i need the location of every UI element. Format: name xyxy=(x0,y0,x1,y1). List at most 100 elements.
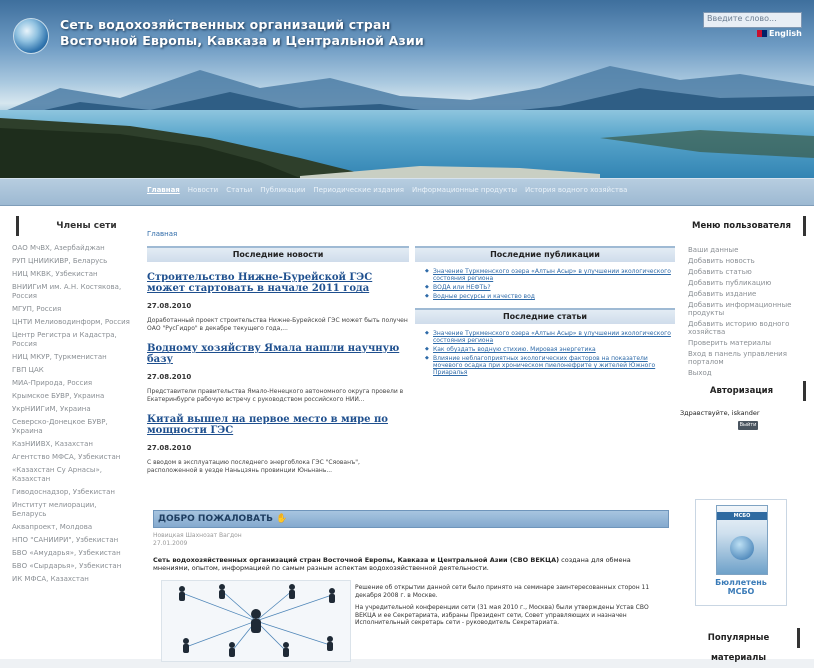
nav-item-publications[interactable]: Публикации xyxy=(260,186,305,194)
welcome-author: Новицкая Шахнозат Вагдон xyxy=(153,532,242,539)
main-content: Главная Последние новости Строительство … xyxy=(147,216,675,662)
news-item: Строительство Нижне-Бурейской ГЭС может … xyxy=(147,272,409,333)
latest-publications-panel: Последние публикации Значение Туркменско… xyxy=(415,246,675,378)
logout-button[interactable]: Выйти xyxy=(738,421,758,430)
bulletin-label-line2: МСБО xyxy=(727,587,755,596)
member-link[interactable]: ИК МФСА, Казахстан xyxy=(12,575,130,584)
publication-link[interactable]: Значение Туркменского озера «Алтын Асыр»… xyxy=(425,268,675,282)
nav-item-periodicals[interactable]: Периодические издания xyxy=(313,186,404,194)
news-excerpt: Представители правительства Ямало-Ненецк… xyxy=(147,388,404,403)
welcome-paragraph: Решение об открытии данной сети было при… xyxy=(355,584,650,599)
news-date: 27.08.2010 xyxy=(147,444,192,452)
member-link[interactable]: Северско-Донецкое БУВР, Украина xyxy=(12,418,130,436)
nav-item-news[interactable]: Новости xyxy=(188,186,218,194)
bulletin-cover-label: МСБО xyxy=(733,513,751,519)
welcome-paragraph: На учредительной конференции сети (31 ма… xyxy=(355,604,649,626)
user-menu-item[interactable]: Добавить издание xyxy=(688,290,798,298)
member-link[interactable]: НИЦ МКВК, Узбекистан xyxy=(12,270,130,279)
member-link[interactable]: ГВП ЦАК xyxy=(12,366,130,375)
breadcrumb[interactable]: Главная xyxy=(147,230,177,238)
user-menu-title: Меню пользователя xyxy=(680,216,806,236)
member-link[interactable]: Аквапроект, Молдова xyxy=(12,523,130,532)
latest-news-panel: Последние новости Строительство Нижне-Бу… xyxy=(147,246,409,475)
member-link[interactable]: Агентство МФСА, Узбекистан xyxy=(12,453,130,462)
news-title-link[interactable]: Строительство Нижне-Бурейской ГЭС может … xyxy=(147,272,409,294)
article-link[interactable]: Значение Туркменского озера «Алтын Асыр»… xyxy=(425,330,675,344)
user-menu-item[interactable]: Добавить историю водного хозяйства xyxy=(688,320,798,336)
user-menu-item[interactable]: Выход xyxy=(688,369,798,377)
bulletin-cover-band: МСБО xyxy=(717,512,767,520)
member-link[interactable]: РУП ЦНИИКИВР, Беларусь xyxy=(12,257,130,266)
nav-item-water-history[interactable]: История водного хозяйства xyxy=(525,186,627,194)
news-item: Водному хозяйству Ямала нашли научную ба… xyxy=(147,343,409,404)
publication-link[interactable]: Водные ресурсы и качество вод xyxy=(425,293,675,300)
member-link[interactable]: НИЦ МКУР, Туркменистан xyxy=(12,353,130,362)
article-link[interactable]: Как обуздать водную стихию. Мировая энер… xyxy=(425,346,675,353)
language-switch[interactable]: English xyxy=(757,29,802,38)
member-link[interactable]: ЦНТИ Мелиоводинформ, Россия xyxy=(12,318,130,327)
user-menu-item[interactable]: Вход в панель управления порталом xyxy=(688,350,798,366)
language-label: English xyxy=(769,29,802,38)
news-date: 27.08.2010 xyxy=(147,373,192,381)
welcome-section: ДОБРО ПОЖАЛОВАТЬ ✋ Новицкая Шахнозат Ваг… xyxy=(153,510,669,662)
member-link[interactable]: КазНИИВХ, Казахстан xyxy=(12,440,130,449)
latest-publications-heading: Последние публикации xyxy=(415,246,675,262)
member-link[interactable]: «Казахстан Су Арнасы», Казахстан xyxy=(12,466,130,484)
left-sidebar: Члены сети ОАО МчВХ, Азербайджан РУП ЦНИ… xyxy=(0,216,140,659)
user-menu-item[interactable]: Добавить статью xyxy=(688,268,798,276)
news-title-link[interactable]: Водному хозяйству Ямала нашли научную ба… xyxy=(147,343,409,365)
publications-list: Значение Туркменского озера «Алтын Асыр»… xyxy=(415,268,675,300)
network-illustration xyxy=(161,580,351,662)
header-banner: Сеть водохозяйственных организаций стран… xyxy=(0,0,814,178)
nav-item-articles[interactable]: Статьи xyxy=(226,186,252,194)
welcome-meta: Новицкая Шахнозат Вагдон 27.01.2009 xyxy=(153,532,669,548)
member-link[interactable]: Центр Регистра и Кадастра, Россия xyxy=(12,331,130,349)
member-link[interactable]: БВО «Амударья», Узбекистан xyxy=(12,549,130,558)
member-link[interactable]: Крымское БУВР, Украина xyxy=(12,392,130,401)
right-sidebar: Меню пользователя Ваши данные Добавить н… xyxy=(680,216,814,663)
main-navbar: Главная Новости Статьи Публикации Период… xyxy=(0,178,814,206)
member-link[interactable]: НПО "САНИИРИ", Узбекистан xyxy=(12,536,130,545)
auth-title: Авторизация xyxy=(680,381,806,401)
popular-section: Популярные материалы xyxy=(680,628,808,663)
news-title-link[interactable]: Китай вышел на первое место в мире по мо… xyxy=(147,414,409,436)
member-link[interactable]: МИА-Природа, Россия xyxy=(12,379,130,388)
welcome-date: 27.01.2009 xyxy=(153,540,188,547)
bulletin-banner[interactable]: МСБО Бюллетень МСБО xyxy=(695,499,787,606)
member-link[interactable]: БВО «Сырдарья», Узбекистан xyxy=(12,562,130,571)
nav-item-info-products[interactable]: Информационные продукты xyxy=(412,186,517,194)
member-link[interactable]: УкрНИИГиМ, Украина xyxy=(12,405,130,414)
member-link[interactable]: ОАО МчВХ, Азербайджан xyxy=(12,244,130,253)
welcome-heading-text: ДОБРО ПОЖАЛОВАТЬ xyxy=(158,514,274,524)
user-menu-item[interactable]: Добавить информационные продукты xyxy=(688,301,798,317)
member-link[interactable]: МГУП, Россия xyxy=(12,305,130,314)
member-link[interactable]: Институт мелиорации, Беларусь xyxy=(12,501,130,519)
user-menu-item[interactable]: Добавить публикацию xyxy=(688,279,798,287)
banner-shore xyxy=(0,118,814,178)
user-menu-item[interactable]: Добавить новость xyxy=(688,257,798,265)
site-logo[interactable] xyxy=(13,18,49,54)
page: Сеть водохозяйственных организаций стран… xyxy=(0,0,814,663)
welcome-heading: ДОБРО ПОЖАЛОВАТЬ ✋ xyxy=(153,510,669,528)
globe-icon xyxy=(730,536,754,560)
nav-item-home[interactable]: Главная xyxy=(147,186,180,194)
search-input[interactable]: Введите слово... xyxy=(703,12,802,28)
news-excerpt: С вводом в эксплуатацию последнего энерг… xyxy=(147,459,360,474)
article-link[interactable]: Влияние неблагоприятных экологических фа… xyxy=(425,355,675,376)
bulletin-label-line1: Бюллетень xyxy=(715,578,767,587)
members-title: Члены сети xyxy=(16,216,140,236)
user-menu-item[interactable]: Ваши данные xyxy=(688,246,798,254)
user-menu-item[interactable]: Проверить материалы xyxy=(688,339,798,347)
network-people-image xyxy=(179,584,335,657)
popular-title: Популярные материалы xyxy=(680,628,800,663)
publication-link[interactable]: ВОДА или НЕФТЬ? xyxy=(425,284,675,291)
welcome-lead-bold: Сеть водохозяйственных организаций стран… xyxy=(153,556,560,564)
bulletin-cover: МСБО xyxy=(716,505,768,575)
member-link[interactable]: Гиводоснадзор, Узбекистан xyxy=(12,488,130,497)
members-list: ОАО МчВХ, Азербайджан РУП ЦНИИКИВР, Бела… xyxy=(0,244,140,584)
uk-flag-icon xyxy=(757,30,767,37)
site-title: Сеть водохозяйственных организаций стран… xyxy=(60,17,424,49)
member-link[interactable]: ВНИИГиМ им. А.Н. Костякова, Россия xyxy=(12,283,130,301)
articles-list: Значение Туркменского озера «Алтын Асыр»… xyxy=(415,330,675,376)
user-menu-list: Ваши данные Добавить новость Добавить ст… xyxy=(688,246,814,377)
